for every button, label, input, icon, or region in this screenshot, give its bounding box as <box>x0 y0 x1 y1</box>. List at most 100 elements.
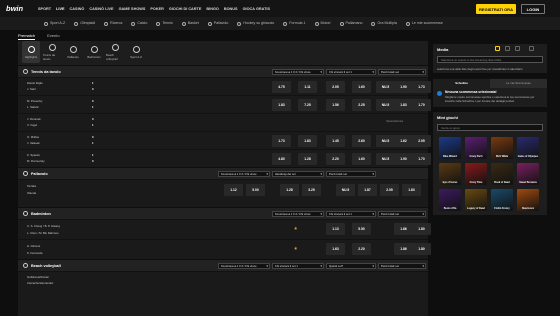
market-dropdown-1[interactable]: Scommessa 1 X 2 / Chi vince <box>272 211 324 217</box>
chip-sport-a-z[interactable]: Sport A-Z <box>127 41 145 63</box>
game-tile[interactable]: Blue Wizard <box>439 137 461 160</box>
odds-button[interactable]: 1.73 <box>272 135 291 147</box>
nav-link-casin-live[interactable]: CASINÒ LIVE <box>89 7 113 11</box>
section-header[interactable]: Tennis da tavolo Scommessa 1 X 2 / Chi v… <box>18 65 428 77</box>
sport-nav-item[interactable]: Hockey su ghiaccio <box>237 21 274 26</box>
odds-button[interactable]: 2.05 <box>326 81 345 93</box>
odds-button[interactable]: 1.70 <box>412 99 431 111</box>
odds-button[interactable]: 1.70 <box>412 153 431 165</box>
odds-button[interactable]: 1.83 <box>394 99 413 111</box>
odds-button[interactable]: NU.5 <box>376 153 395 165</box>
odds-button[interactable]: 1.80 <box>412 243 431 255</box>
sport-nav-item[interactable]: Motori <box>314 21 331 26</box>
odds-button[interactable]: 1.83 <box>402 184 421 196</box>
stats-icon[interactable] <box>515 46 520 51</box>
market-dropdown-3[interactable]: Punti totali set <box>378 69 426 75</box>
odds-button[interactable]: 4.80 <box>272 153 291 165</box>
odds-button[interactable]: NU.5 <box>336 184 355 196</box>
login-button[interactable]: LOGIN <box>521 4 545 14</box>
market-dropdown-3[interactable]: Punti totali set <box>326 171 376 177</box>
odds-button[interactable]: 4.75 <box>272 81 291 93</box>
odds-button[interactable]: 1.45 <box>326 135 345 147</box>
market-dropdown-2[interactable]: Chi vincerà il set 1 <box>326 69 376 75</box>
odds-button[interactable]: 1.87 <box>358 184 377 196</box>
market-dropdown-3[interactable]: Punti totali set <box>378 211 426 217</box>
tab-evento[interactable]: Evento <box>47 30 59 40</box>
market-dropdown-2[interactable]: Handicap dei set <box>272 171 324 177</box>
sport-nav-item[interactable]: Olimpiadi <box>74 21 95 26</box>
game-search-input[interactable]: Cerca un gioco <box>437 124 543 132</box>
odds-button[interactable]: 1.86 <box>394 243 413 255</box>
nav-link-bingo[interactable]: BINGO <box>206 7 218 11</box>
section-header[interactable]: Badminton Scommessa 1 X 2 / Chi vince Ch… <box>18 207 428 219</box>
game-tile[interactable]: Fishin Frenzy <box>491 189 513 212</box>
game-tile[interactable]: Gates of Olympus <box>517 137 539 160</box>
more-bets-link[interactable]: Scommetti ora <box>386 120 403 123</box>
odds-button[interactable]: 1.83 <box>272 99 291 111</box>
odds-button[interactable]: 1.62 <box>394 135 413 147</box>
odds-button[interactable]: 5.00 <box>246 184 265 196</box>
brand-logo[interactable]: bwin <box>6 4 38 13</box>
sport-nav-item[interactable]: Ora Multipla <box>371 21 397 26</box>
odds-button[interactable]: 2.25 <box>352 99 371 111</box>
nav-link-bonus[interactable]: BONUS <box>224 7 238 11</box>
close-icon[interactable] <box>529 46 534 51</box>
tab-prematch[interactable]: Prematch <box>18 30 36 40</box>
sport-nav-item[interactable]: Le mie scommesse <box>405 21 443 26</box>
sport-nav-item[interactable]: Sport A-Z <box>44 21 65 26</box>
game-tile[interactable]: Book of Ra <box>439 189 461 212</box>
market-dropdown-2[interactable]: Chi vincerà il set 1 <box>326 211 376 217</box>
market-dropdown-1[interactable]: Scommessa 1 X 2 / Chi vince <box>218 263 270 269</box>
odds-button[interactable]: 1.90 <box>394 81 413 93</box>
match-row[interactable]: O. Mrklas J. Valasek 0 1 1.73 1.83 1.45 2.60 NU.… <box>18 131 431 149</box>
odds-button[interactable]: 2.05 <box>380 184 399 196</box>
register-button[interactable]: REGISTRATI ORA <box>476 4 516 14</box>
tab-betslip[interactable]: Schedina <box>433 79 490 88</box>
chip-beach-volleyball[interactable]: Beach volleyball <box>106 41 124 63</box>
odds-button[interactable]: 1.73 <box>412 81 431 93</box>
odds-button[interactable]: 1.13 <box>326 223 345 235</box>
sport-nav-item[interactable]: Pallamano <box>339 21 362 26</box>
nav-link-game-shows[interactable]: GAME SHOWS <box>119 7 146 11</box>
game-tile[interactable]: Crazy Time <box>465 163 487 186</box>
nav-link-live[interactable]: LIVE <box>56 7 64 11</box>
market-dropdown-2[interactable]: Chi vincerà il set 1 <box>272 263 324 269</box>
media-select[interactable]: Seleziona un evento in live streaming di… <box>437 56 543 63</box>
market-dropdown-3[interactable]: Quanti set? <box>326 263 376 269</box>
odds-button[interactable]: 2.05 <box>412 135 431 147</box>
odds-button[interactable]: 1.86 <box>394 223 413 235</box>
match-row[interactable]: J. Zuzanek V. Vogel 3 1 Scommetti ora <box>18 113 428 131</box>
match-row[interactable]: Daniel Rojko J. Sebl 1 0 4.75 1.11 2.05 1.60 NU.… <box>18 77 431 95</box>
chip-tennis-da-tavolo[interactable]: Tennis da tavolo <box>43 41 61 63</box>
odds-button[interactable]: 1.90 <box>394 153 413 165</box>
odds-button[interactable]: 1.28 <box>280 184 299 196</box>
live-tv-icon[interactable] <box>495 46 500 51</box>
nav-link-casin-[interactable]: CASINÒ <box>70 7 85 11</box>
match-row[interactable]: C. S. Cheng / B. P. Hsiang L. Chen / M. B… <box>18 219 431 239</box>
odds-button[interactable]: 1.60 <box>352 153 371 165</box>
sport-nav-item[interactable]: Pallavolo <box>207 21 228 26</box>
scoreboard-icon[interactable] <box>505 46 510 51</box>
odds-button[interactable]: 1.56 <box>326 99 345 111</box>
odds-button[interactable]: 2.20 <box>352 243 371 255</box>
game-tile[interactable]: Rich Wilde <box>491 137 513 160</box>
odds-button[interactable]: 1.80 <box>412 223 431 235</box>
odds-button[interactable]: NU.5 <box>376 99 395 111</box>
game-tile[interactable]: Book of Dead <box>491 163 513 186</box>
tab-my-bets[interactable]: Le mie Scommesse <box>490 78 547 88</box>
odds-button[interactable]: 3.25 <box>302 184 321 196</box>
odds-button[interactable]: 1.60 <box>352 81 371 93</box>
odds-button[interactable]: 1.83 <box>298 135 317 147</box>
match-row[interactable]: K. Spacek M. Roznovsky 1 0 4.80 1.28 2.20 1.60 N… <box>18 149 431 167</box>
market-dropdown-1[interactable]: Scommessa 1 X 2 / Chi vince <box>218 171 270 177</box>
game-tile[interactable]: Crazy Pach <box>465 137 487 160</box>
market-dropdown-1[interactable]: Scommessa 1 X 2 / Chi vince <box>272 69 324 75</box>
chip-highlights[interactable]: Highlights <box>22 41 40 63</box>
odds-button[interactable]: 2.60 <box>352 135 371 147</box>
match-row[interactable]: H. Gilmour K. Fernanda 🔒 1.63 2.20 1.86 1.80 <box>18 239 431 259</box>
section-header[interactable]: Beach volleyball Scommessa 1 X 2 / Chi v… <box>18 259 428 271</box>
odds-button[interactable]: 5.50 <box>352 223 371 235</box>
chip-badminton[interactable]: Badminton <box>85 41 103 63</box>
game-tile[interactable]: Legacy of Dead <box>465 189 487 212</box>
sport-nav-item[interactable]: Tennis <box>156 21 173 26</box>
